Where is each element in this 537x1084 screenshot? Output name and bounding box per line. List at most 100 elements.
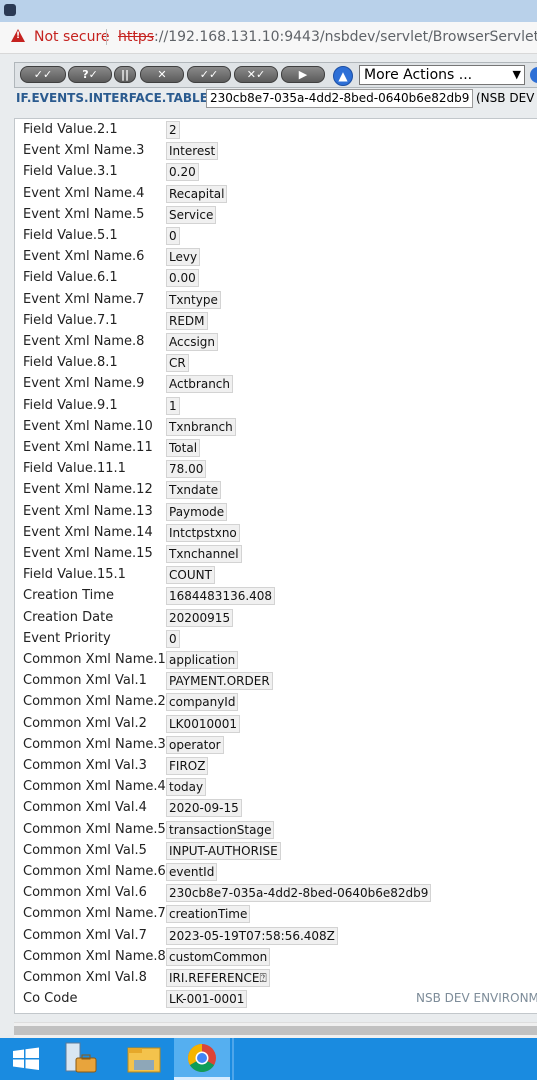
- field-value[interactable]: 1684483136.408: [166, 587, 276, 606]
- field-value[interactable]: Txntype: [166, 290, 221, 309]
- field-label: Common Xml Val.7: [23, 927, 147, 943]
- field-value[interactable]: COUNT: [166, 566, 215, 585]
- field-value[interactable]: Recapital: [166, 184, 228, 203]
- field-row: Common Xml Name.4 today: [15, 777, 537, 798]
- field-row: Common Xml Name.2 companyId: [15, 692, 537, 713]
- field-value[interactable]: 0: [166, 227, 180, 245]
- field-value[interactable]: Levy: [166, 248, 201, 267]
- reverse-button[interactable]: ✕✓: [234, 66, 278, 83]
- horizontal-scrollbar[interactable]: ◀: [14, 1022, 537, 1039]
- field-value[interactable]: Service: [166, 205, 217, 224]
- field-row: Common Xml Val.5 INPUT-AUTHORISE: [15, 841, 537, 862]
- field-value[interactable]: FIROZ: [166, 757, 209, 775]
- field-label: Common Xml Name.7: [23, 906, 166, 922]
- scrollbar-thumb[interactable]: [14, 1026, 537, 1035]
- field-row: Common Xml Val.8 IRI.REFERENCE⍰: [15, 968, 537, 989]
- field-value[interactable]: transactionStage: [166, 820, 275, 839]
- field-value[interactable]: today: [166, 778, 207, 797]
- field-label: Common Xml Name.2: [23, 694, 166, 710]
- field-label: Field Value.5.1: [23, 228, 118, 243]
- windows-logo-icon: [13, 1047, 39, 1070]
- field-value[interactable]: customCommon: [166, 947, 271, 966]
- field-row: Field Value.2.1 2: [15, 120, 537, 141]
- field-value[interactable]: Txnbranch: [166, 417, 236, 436]
- field-value[interactable]: PAYMENT.ORDER: [166, 672, 273, 691]
- url-text[interactable]: https://192.168.131.10:9443/nsbdev/servl…: [118, 29, 537, 45]
- field-value[interactable]: Accsign: [166, 333, 219, 351]
- field-value[interactable]: LK0010001: [166, 714, 240, 733]
- field-value[interactable]: application: [166, 651, 239, 669]
- field-value[interactable]: 2023-05-19T07:58:56.408Z: [166, 926, 338, 945]
- field-value[interactable]: INPUT-AUTHORISE: [166, 841, 281, 860]
- field-value[interactable]: 230cb8e7-035a-4dd2-8bed-0640b6e82db9: [166, 884, 432, 903]
- field-value[interactable]: Paymode: [166, 502, 228, 521]
- start-button[interactable]: [0, 1038, 56, 1080]
- commit-button[interactable]: ✓✓: [20, 66, 66, 83]
- field-row: Common Xml Val.6 230cb8e7-035a-4dd2-8bed-…: [15, 883, 537, 904]
- field-row: Field Value.7.1 REDM: [15, 311, 537, 332]
- field-value[interactable]: eventId: [166, 863, 218, 881]
- field-label: Common Xml Val.1: [23, 673, 147, 689]
- field-value[interactable]: 2: [166, 121, 180, 139]
- security-status[interactable]: Not secure: [34, 29, 110, 45]
- field-row: Event Xml Name.10 Txnbranch: [15, 417, 537, 438]
- field-row: Field Value.15.1 COUNT: [15, 565, 537, 586]
- address-bar[interactable]: ! Not secure https://192.168.131.10:9443…: [0, 22, 537, 54]
- field-label: Event Xml Name.15: [23, 546, 153, 561]
- field-row: Common Xml Val.3 FIROZ: [15, 756, 537, 777]
- field-label: Event Xml Name.5: [23, 206, 145, 222]
- field-row: Event Xml Name.4 Recapital: [15, 184, 537, 205]
- field-row: Field Value.11.1 78.00: [15, 459, 537, 480]
- field-row: Common Xml Val.2 LK0010001: [15, 714, 537, 735]
- field-value[interactable]: Total: [166, 439, 201, 457]
- field-value[interactable]: 1: [166, 396, 180, 415]
- field-value[interactable]: 2020-09-15: [166, 799, 242, 818]
- field-label: Event Xml Name.10: [23, 418, 153, 434]
- field-value[interactable]: 0.20: [166, 163, 199, 182]
- field-value[interactable]: operator: [166, 735, 224, 754]
- field-value[interactable]: IRI.REFERENCE⍰: [166, 969, 270, 987]
- hold-button[interactable]: ||: [114, 66, 136, 83]
- field-row: Common Xml Name.1 application: [15, 650, 537, 671]
- field-value[interactable]: LK-001-0001: [166, 990, 248, 1009]
- field-label: Common Xml Val.4: [23, 800, 147, 816]
- record-id-field[interactable]: 230cb8e7-035a-4dd2-8bed-0640b6e82db9: [206, 89, 474, 108]
- url-path: ://192.168.131.10:9443/nsbdev/servlet/Br…: [154, 29, 537, 45]
- field-row: Common Xml Val.4 2020-09-15: [15, 798, 537, 819]
- environment-footer: NSB DEV ENVIRONM: [416, 991, 537, 1005]
- field-row: Event Xml Name.5 Service: [15, 205, 537, 226]
- field-value[interactable]: CR: [166, 354, 189, 373]
- arrow-up-icon[interactable]: ▲: [333, 66, 353, 86]
- more-actions-select[interactable]: More Actions ... ▼: [359, 65, 525, 85]
- field-row: Creation Time 1684483136.408: [15, 586, 537, 607]
- delete-button[interactable]: ✕: [140, 66, 184, 83]
- validate-button[interactable]: ?✓: [68, 66, 112, 83]
- taskbar-divider: [232, 1038, 234, 1080]
- chrome-taskbar-button[interactable]: [174, 1038, 230, 1080]
- field-value[interactable]: REDM: [166, 311, 208, 330]
- field-value[interactable]: 0: [166, 629, 180, 648]
- field-value[interactable]: companyId: [166, 693, 239, 712]
- field-label: Event Xml Name.8: [23, 334, 145, 349]
- field-value[interactable]: Txndate: [166, 481, 222, 500]
- field-value[interactable]: Interest: [166, 142, 219, 161]
- field-row: Event Xml Name.3 Interest: [15, 141, 537, 162]
- field-value[interactable]: creationTime: [166, 905, 251, 924]
- next-button[interactable]: ▶: [281, 66, 325, 83]
- field-label: Event Priority: [23, 630, 111, 646]
- field-value[interactable]: 78.00: [166, 460, 207, 479]
- field-label: Creation Time: [23, 588, 114, 604]
- refresh-icon[interactable]: [530, 67, 537, 83]
- file-explorer-button[interactable]: [116, 1038, 172, 1080]
- field-value[interactable]: 0.00: [166, 269, 199, 288]
- field-value[interactable]: Txnchannel: [166, 545, 242, 563]
- field-row: Event Xml Name.9 Actbranch: [15, 374, 537, 395]
- warning-icon[interactable]: !: [11, 29, 25, 42]
- field-value[interactable]: Intctpstxno: [166, 523, 240, 542]
- authorise-button[interactable]: ✓✓: [187, 66, 231, 83]
- field-row: Event Xml Name.7 Txntype: [15, 290, 537, 311]
- server-manager-button[interactable]: [58, 1038, 114, 1080]
- field-value[interactable]: Actbranch: [166, 375, 234, 394]
- field-label: Common Xml Val.2: [23, 715, 147, 731]
- field-value[interactable]: 20200915: [166, 608, 234, 627]
